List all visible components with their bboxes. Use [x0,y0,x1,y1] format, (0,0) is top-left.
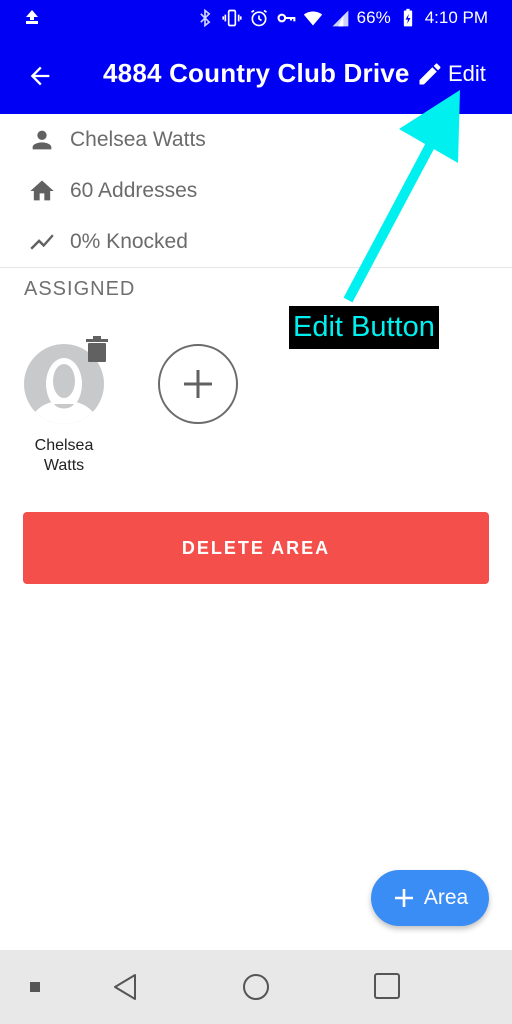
status-icons: 66% 4:10 PM [195,0,488,36]
nav-recents-icon[interactable] [374,973,400,999]
assigned-member-name: Chelsea Watts [14,436,114,476]
system-nav-bar [0,950,512,1024]
addresses-count: 60 Addresses [70,179,198,202]
app-bar: 4884 Country Club Drive Edit [0,36,512,114]
divider [0,267,512,268]
wifi-icon [303,11,322,26]
trending-icon [30,234,54,250]
alarm-icon [250,9,267,27]
home-icon [30,180,54,201]
delete-area-button[interactable]: DELETE AREA [23,512,489,584]
back-button[interactable] [20,56,60,96]
member-first-name: Chelsea [34,437,94,454]
edit-button[interactable]: Edit [416,58,486,90]
add-assignee-button[interactable] [158,344,238,424]
annotation-label: Edit Button [289,306,439,349]
status-bar: 66% 4:10 PM [0,0,512,36]
pencil-icon [419,63,441,85]
vpn-key-icon [277,13,296,23]
member-last-name: Watts [43,457,85,474]
person-icon [32,130,52,150]
plus-icon [394,889,413,907]
battery-percent: 66% [356,8,391,27]
addresses-row: 60 Addresses [28,173,197,209]
plus-icon [184,370,212,398]
page-title: 4884 Country Club Drive [103,58,410,88]
trash-icon[interactable] [86,336,108,362]
clock: 4:10 PM [424,8,488,27]
assigned-heading: ASSIGNED [24,278,136,300]
edit-label: Edit [448,61,486,86]
arrow-back-icon [30,66,50,86]
add-area-button[interactable]: Area [371,870,489,926]
upload-icon [26,10,38,24]
add-area-label: Area [423,886,469,909]
knocked-row: 0% Knocked [28,224,188,260]
assignee-name: Chelsea Watts [70,128,206,151]
knocked-percent: 0% Knocked [70,230,188,253]
signal-icon [332,10,348,27]
bluetooth-icon [199,8,211,28]
area-details: Chelsea Watts 60 Addresses 0% Knocked AS… [0,114,512,950]
nav-home-icon[interactable] [242,973,270,1001]
battery-charging-icon [403,8,412,27]
menu-dot-icon[interactable] [30,982,40,992]
nav-back-icon[interactable] [112,973,138,1001]
vibrate-icon [222,9,242,27]
assignee-row: Chelsea Watts [28,122,206,158]
